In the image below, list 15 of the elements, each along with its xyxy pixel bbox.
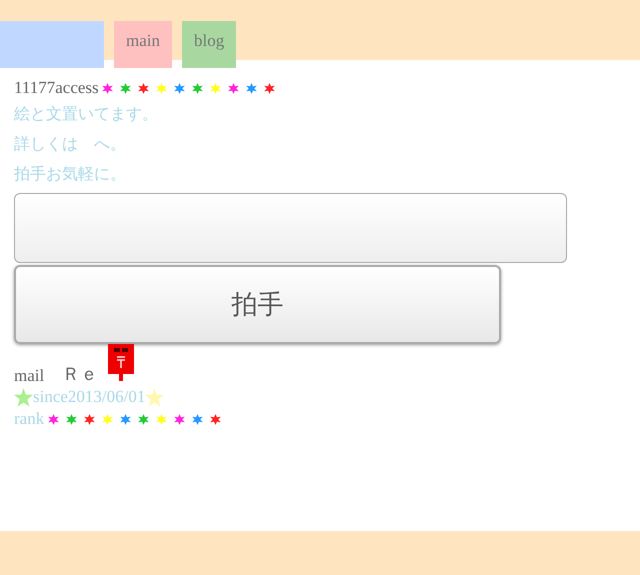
intro-text: 詳しくは へ。 [14, 133, 127, 155]
reply-text: Ｒｅ [62, 363, 98, 386]
rank-link[interactable]: rank [14, 409, 44, 429]
comment-field[interactable] [14, 193, 567, 263]
since-text: since2013/06/01 [33, 387, 146, 407]
nav-link[interactable]: blog [182, 21, 236, 68]
mail-link[interactable]: mail [14, 366, 44, 386]
nav-link[interactable]: main [114, 21, 172, 68]
clap-button[interactable]: 拍手 [14, 265, 501, 344]
intro-text: 絵と文置いてます。 [14, 103, 159, 125]
access-counter: 11177access [14, 78, 99, 98]
star-icon [14, 388, 33, 406]
postbox-icon [108, 344, 134, 381]
intro-text: 拍手お気軽に。 [14, 163, 127, 185]
star-icon [145, 388, 164, 406]
